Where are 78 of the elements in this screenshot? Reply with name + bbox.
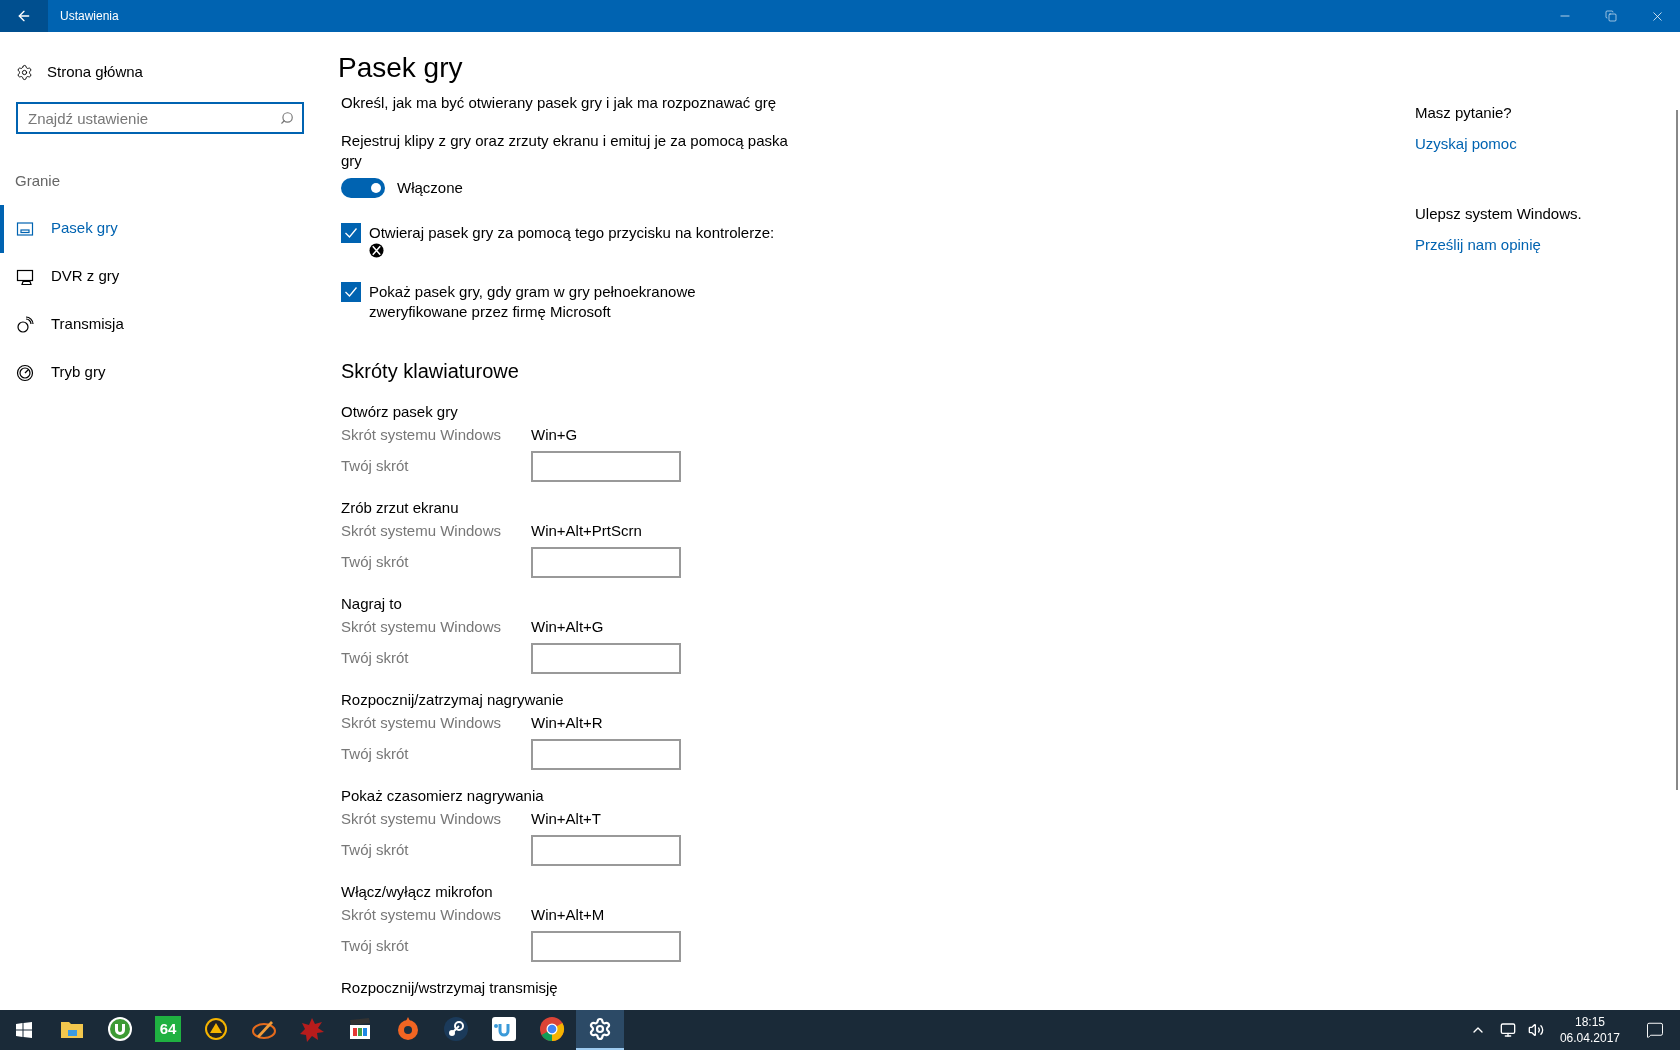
nav-item[interactable]: Pasek gry (0, 204, 320, 253)
shortcut-field[interactable] (531, 450, 681, 482)
notification-icon[interactable] (1646, 1021, 1664, 1039)
shortcut-field[interactable] (531, 738, 681, 770)
help-link[interactable]: Uzyskaj pomoc (1415, 132, 1517, 155)
nav-item[interactable]: DVR z gry (0, 252, 320, 301)
check-icon (344, 285, 358, 299)
shortcut-label: Twój skrót (341, 839, 410, 860)
clock[interactable]: 18:15 06.04.2017 (1549, 1014, 1630, 1046)
checkbox[interactable] (341, 223, 361, 243)
page-title: Pasek gry (338, 52, 463, 84)
shortcut-label: Skrót systemu Windows (341, 808, 503, 829)
windows-icon (16, 1022, 32, 1038)
shortcut-value: Win+Alt+PrtScrn (531, 520, 642, 541)
shortcut-field[interactable] (531, 546, 681, 578)
broadcast-icon (16, 315, 34, 334)
setting-label: Rejestruj klipy z gry oraz zrzuty ekranu i emituj je za pomocą paska gry (341, 130, 789, 171)
shortcut-field[interactable] (531, 834, 681, 866)
shortcut-label: Twój skrót (341, 935, 410, 956)
restore-icon (1605, 10, 1617, 22)
section-heading: Granie (14, 171, 61, 191)
nav-item[interactable]: Transmisja (0, 300, 320, 349)
checkbox[interactable] (341, 282, 361, 302)
shortcut-value: Win+Alt+R (531, 712, 603, 733)
steam-icon[interactable] (443, 1016, 469, 1042)
network-icon[interactable] (1499, 1022, 1516, 1038)
shortcut-field[interactable] (531, 930, 681, 962)
shortcut-value: Win+G (531, 424, 578, 445)
shortcut-field[interactable] (531, 642, 681, 674)
taskbar-app[interactable] (576, 1010, 624, 1050)
game-bar-icon (16, 219, 34, 238)
shortcut-label: Skrót systemu Windows (341, 904, 503, 925)
checkbox-label: Pokaż pasek gry, gdy gram w gry pełnoekranowe zweryfikowane przez firmę Microsoft (369, 282, 697, 322)
torrent-icon[interactable] (107, 1016, 133, 1042)
shortcut-label: Skrót systemu Windows (341, 424, 503, 445)
shortcut-title: Rozpocznij/zatrzymaj nagrywanie (341, 690, 564, 710)
toggle-state: Włączone (397, 177, 463, 198)
shortcut-value: Win+Alt+M (531, 904, 605, 925)
search-field[interactable]: Znajdź ustawienie (16, 102, 304, 134)
help-heading: Ulepsz system Windows. (1415, 204, 1582, 224)
shortcut-title: Zrób zrzut ekranu (341, 498, 459, 518)
settings-icon (16, 63, 33, 81)
window-title: Ustawienia (60, 8, 119, 25)
shortcut-title: Nagraj to (341, 594, 402, 614)
shortcut-label: Twój skrót (341, 743, 410, 764)
scrollbar[interactable] (1676, 110, 1678, 790)
toggle-switch[interactable] (341, 177, 385, 198)
settings-icon[interactable] (588, 1017, 612, 1041)
volume-icon[interactable] (1527, 1022, 1544, 1038)
ring-icon[interactable] (395, 1016, 421, 1042)
shortcut-title: Włącz/wyłącz mikrofon (341, 882, 493, 902)
checkbox-label: Otwieraj pasek gry za pomocą tego przycisku na kontrolerze: (369, 223, 775, 243)
page-description: Określ, jak ma być otwierany pasek gry i jak ma rozpoznawać grę (341, 93, 777, 113)
clapper-icon[interactable] (347, 1016, 373, 1042)
shortcut-title: Otwórz pasek gry (341, 402, 458, 422)
nav-item[interactable]: Tryb gry (0, 348, 320, 397)
controller-button-icon (369, 243, 384, 258)
help-link[interactable]: Prześlij nam opinię (1415, 233, 1541, 256)
shortcut-label: Skrót systemu Windows (341, 712, 503, 733)
shortcut-label: Twój skrót (341, 647, 410, 668)
search-icon (280, 111, 294, 125)
shortcut-label: Twój skrót (341, 551, 410, 572)
help-heading: Masz pytanie? (1415, 103, 1512, 123)
shortcut-title: Rozpocznij/wstrzymaj transmisję (341, 978, 558, 998)
chrome-icon[interactable] (539, 1016, 565, 1042)
shortcut-value: Win+Alt+G (531, 616, 604, 637)
section-heading: Skróty klawiaturowe (341, 359, 519, 384)
uplay-icon[interactable] (491, 1016, 517, 1042)
check-icon (344, 226, 358, 240)
gauge-icon (16, 363, 34, 382)
home-link[interactable]: Strona główna (0, 58, 320, 86)
shortcut-value: Win+Alt+T (531, 808, 602, 829)
back-icon (16, 8, 32, 24)
shortcut-label: Twój skrót (341, 455, 410, 476)
shortcut-label: Skrót systemu Windows (341, 616, 503, 637)
shortcut-title: Pokaż czasomierz nagrywania (341, 786, 544, 806)
shortcut-label: Skrót systemu Windows (341, 520, 503, 541)
back-button[interactable] (0, 0, 48, 32)
